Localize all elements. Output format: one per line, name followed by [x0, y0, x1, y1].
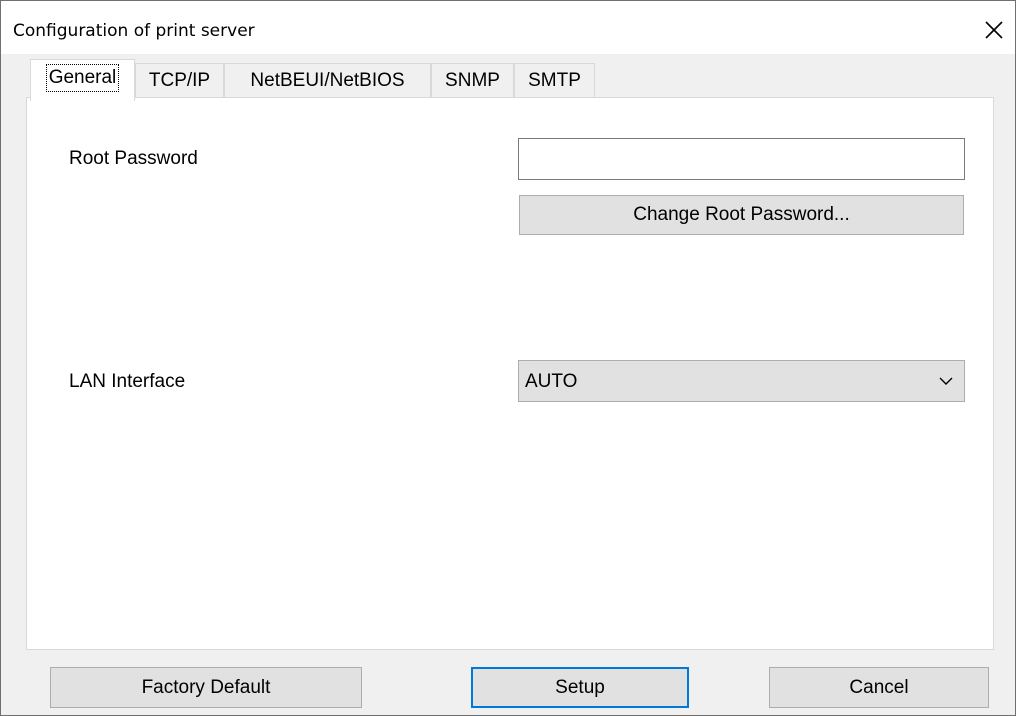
tab-tcp-ip[interactable]: TCP/IP [135, 63, 224, 99]
tab-smtp-label: SMTP [528, 70, 581, 91]
dialog-window: Configuration of print server General TC… [0, 0, 1016, 716]
tab-general-label: General [45, 64, 120, 92]
chevron-down-icon [939, 377, 953, 385]
title-bar: Configuration of print server [1, 1, 1015, 54]
tab-netbeui-netbios-label: NetBEUI/NetBIOS [250, 70, 405, 91]
window-title: Configuration of print server [13, 21, 255, 41]
lan-interface-label: LAN Interface [69, 371, 186, 392]
factory-default-button[interactable]: Factory Default [50, 667, 362, 708]
root-password-input[interactable] [518, 138, 965, 180]
setup-button[interactable]: Setup [471, 667, 689, 708]
tab-tcp-ip-label: TCP/IP [148, 70, 211, 91]
tab-panel-general: Root Password Change Root Password... LA… [26, 97, 994, 650]
cancel-button[interactable]: Cancel [769, 667, 989, 708]
lan-interface-selected-value: AUTO [525, 371, 578, 392]
tab-snmp[interactable]: SNMP [431, 63, 514, 99]
root-password-label: Root Password [69, 148, 198, 169]
tab-general[interactable]: General [30, 59, 135, 101]
tab-snmp-label: SNMP [445, 70, 500, 91]
lan-interface-select[interactable]: AUTO [518, 360, 965, 402]
tab-netbeui-netbios[interactable]: NetBEUI/NetBIOS [224, 63, 431, 99]
change-root-password-button[interactable]: Change Root Password... [519, 195, 964, 235]
tab-smtp[interactable]: SMTP [514, 63, 595, 99]
close-button[interactable] [979, 15, 1009, 45]
close-icon [985, 21, 1003, 39]
